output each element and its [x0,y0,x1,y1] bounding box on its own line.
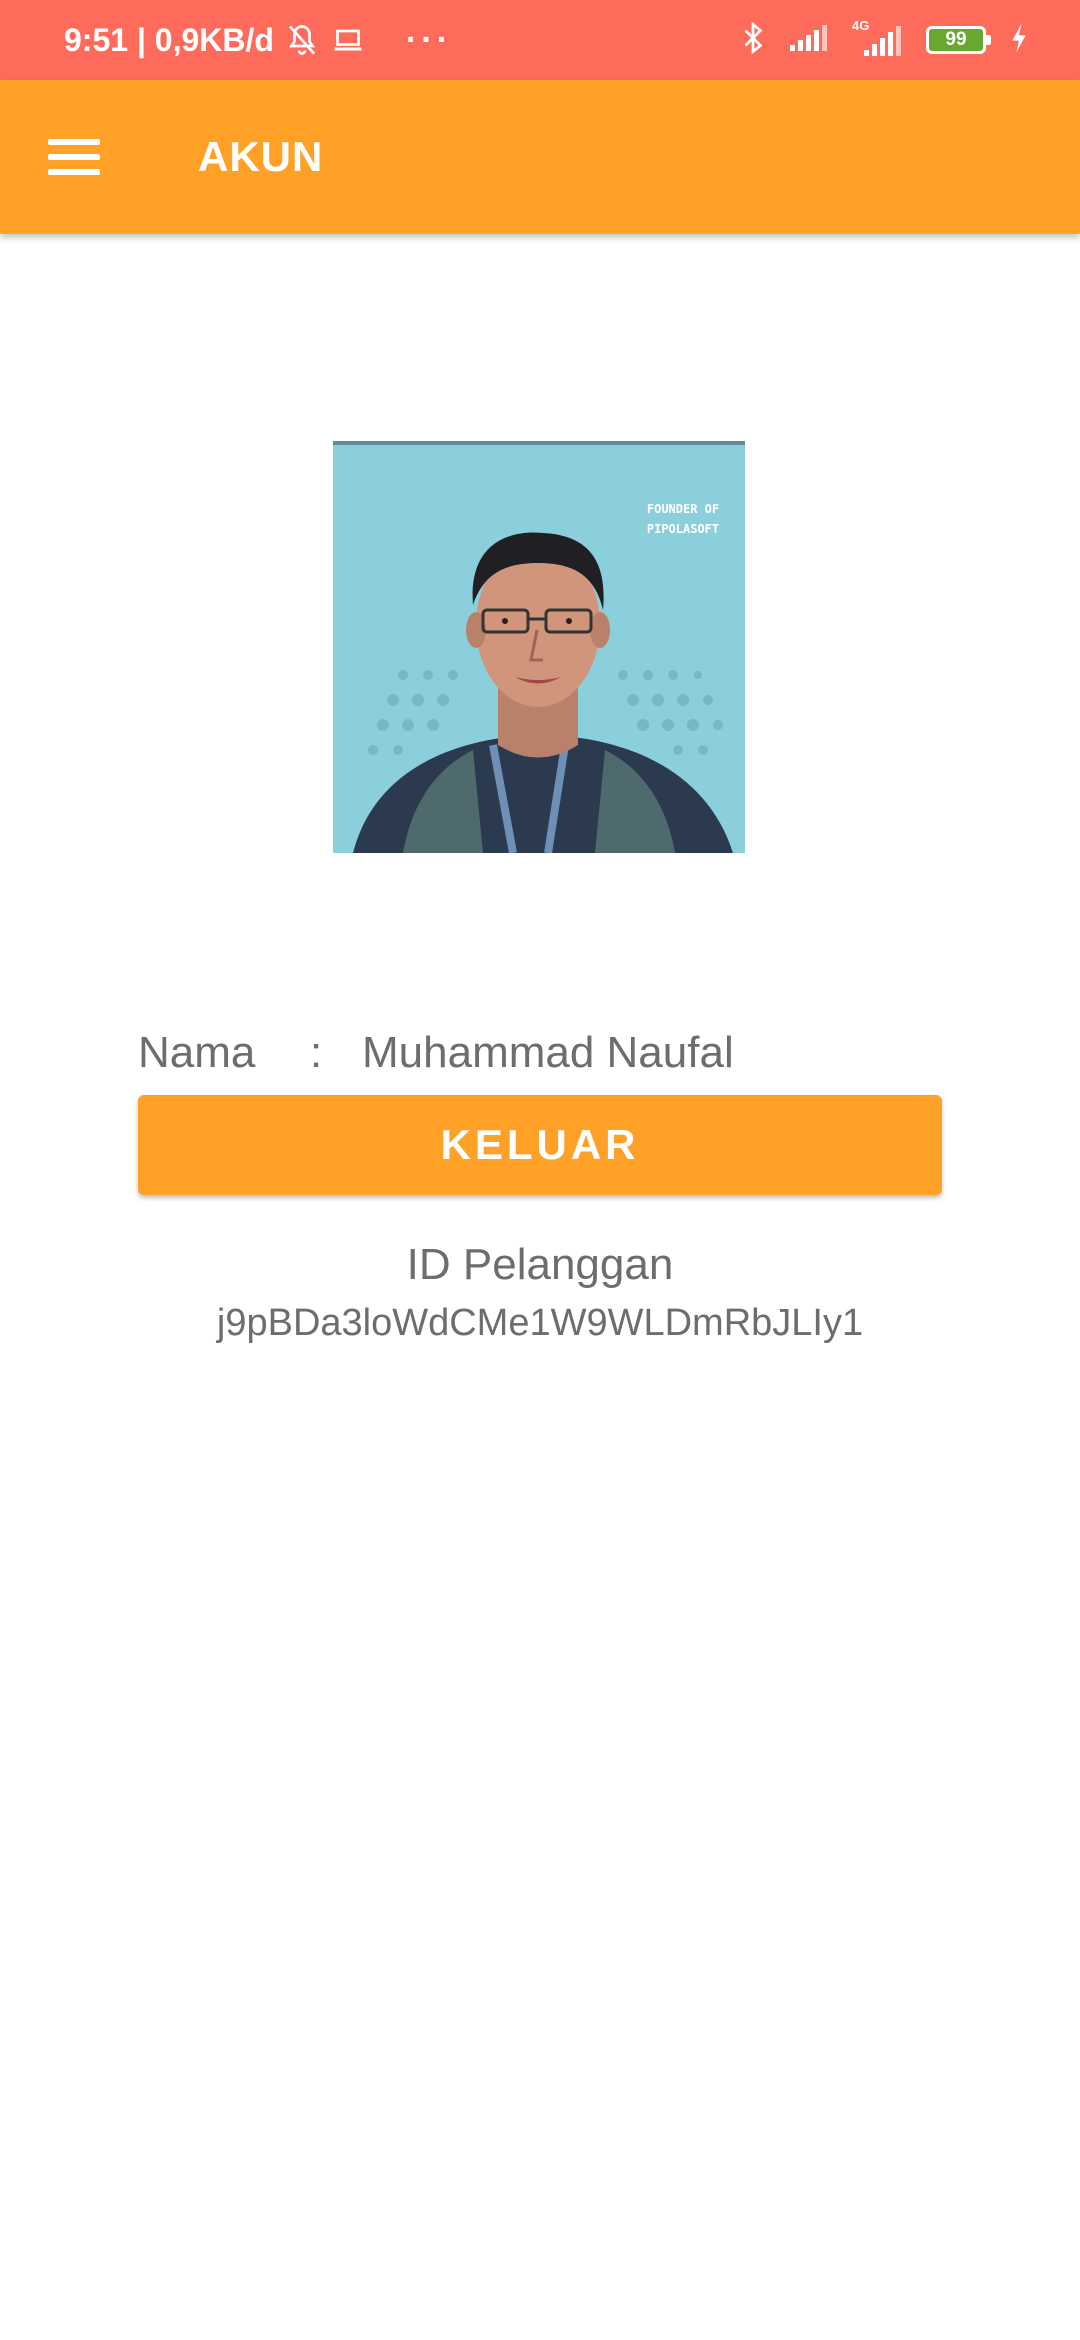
signal-4g-icon: 4G [850,18,904,58]
charging-icon [1008,22,1030,59]
customer-id-value: j9pBDa3loWdCMe1W9WLDmRbJLIy1 [216,1302,864,1344]
name-label: Nama [138,1028,256,1077]
name-separator: : [310,1028,323,1077]
page-title: AKUN [198,133,324,180]
hamburger-menu-icon[interactable] [48,128,106,186]
battery-level: 99 [945,29,967,50]
svg-text:PIPOLASOFT: PIPOLASOFT [647,522,719,536]
customer-id-label: ID Pelanggan [406,1240,674,1289]
status-left: 9:51 | 0,9KB/d ··· [64,0,452,80]
avatar: FOUNDER OF PIPOLASOFT [333,441,745,853]
status-bar: 9:51 | 0,9KB/d ··· 4G 99 [0,0,1080,80]
mute-icon [284,22,320,58]
bluetooth-icon [740,20,766,61]
svg-text:FOUNDER OF: FOUNDER OF [647,502,719,516]
app-bar: AKUN [0,80,1080,234]
battery-icon: 99 [926,26,991,54]
status-right: 4G 99 [740,0,1030,80]
laptop-icon [330,22,366,58]
name-value: Muhammad Naufal [362,1028,734,1077]
status-more-indicator: ··· [405,20,452,59]
logout-button[interactable]: KELUAR [138,1095,942,1195]
status-time-speed: 9:51 | 0,9KB/d [64,21,274,58]
signal-icon [788,23,828,58]
